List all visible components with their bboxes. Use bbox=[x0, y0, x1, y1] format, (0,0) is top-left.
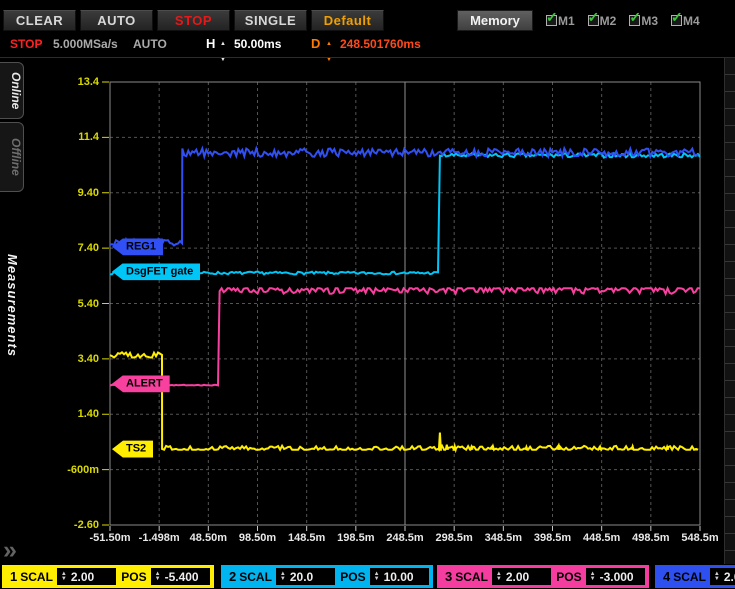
scale-label: SCAL bbox=[673, 570, 706, 584]
channel-3-controls: 3 SCAL ▲▼2.00 POS ▲▼-3.000 bbox=[437, 565, 649, 588]
channel-4-scale-field[interactable]: ▲▼2.0 bbox=[710, 568, 735, 585]
y-axis-label: 5.40 bbox=[78, 298, 99, 310]
y-axis-label: 9.40 bbox=[78, 187, 99, 199]
position-label: POS bbox=[556, 570, 581, 584]
channel-1-scale-field[interactable]: ▲▼2.00 bbox=[57, 568, 116, 585]
x-axis-label: 298.5m bbox=[436, 532, 473, 544]
scale-label: SCAL bbox=[20, 570, 53, 584]
oscilloscope-app: CLEAR AUTO STOP SINGLE Default Memory ✓ … bbox=[0, 0, 735, 589]
channel-4-controls: 4 SCAL ▲▼2.0 ▲▼ bbox=[655, 565, 735, 588]
spinner-arrows-icon[interactable]: ▲▼ bbox=[155, 572, 161, 582]
channel-number: 2 bbox=[229, 569, 236, 584]
y-axis-label: 3.40 bbox=[78, 353, 99, 365]
spinner-arrows-icon[interactable]: ▲▼ bbox=[61, 572, 67, 582]
x-axis-label: 448.5m bbox=[583, 532, 620, 544]
position-label: POS bbox=[340, 570, 365, 584]
y-axis-label: 11.4 bbox=[78, 131, 99, 143]
y-axis-label: 7.40 bbox=[78, 242, 99, 254]
channel-2-controls: 2 SCAL ▲▼20.0 POS ▲▼10.00 bbox=[221, 565, 433, 588]
spinner-arrows-icon[interactable]: ▲▼ bbox=[280, 572, 286, 582]
channel-3-position-field[interactable]: ▲▼-3.000 bbox=[586, 568, 645, 585]
scale-label: SCAL bbox=[239, 570, 272, 584]
x-axis-label: 548.5m bbox=[681, 532, 718, 544]
spinner-arrows-icon[interactable]: ▲▼ bbox=[590, 572, 596, 582]
x-axis-label: 148.5m bbox=[288, 532, 325, 544]
position-label: POS bbox=[121, 570, 146, 584]
spinner-arrows-icon[interactable]: ▲▼ bbox=[714, 572, 720, 582]
x-axis-label: 48.50m bbox=[190, 532, 227, 544]
channel-tag-alert[interactable]: ALERT bbox=[112, 375, 170, 392]
x-axis-label: 248.5m bbox=[386, 532, 423, 544]
x-axis-label: 498.5m bbox=[632, 532, 669, 544]
y-axis-label: -600m bbox=[67, 464, 99, 476]
scale-label: SCAL bbox=[455, 570, 488, 584]
y-axis-label: -2.60 bbox=[74, 519, 99, 531]
x-axis-label: 348.5m bbox=[485, 532, 522, 544]
channel-bar: 1 SCAL ▲▼2.00 POS ▲▼-5.400 2 SCAL ▲▼20.0… bbox=[0, 565, 735, 589]
channel-number: 4 bbox=[663, 569, 670, 584]
channel-2-scale-field[interactable]: ▲▼20.0 bbox=[276, 568, 335, 585]
spinner-arrows-icon[interactable]: ▲▼ bbox=[374, 572, 380, 582]
y-axis-label: 1.40 bbox=[78, 408, 99, 420]
channel-number: 1 bbox=[10, 569, 17, 584]
y-axis-label: 13.4 bbox=[78, 76, 99, 88]
channel-3-scale-field[interactable]: ▲▼2.00 bbox=[492, 568, 551, 585]
channel-1-position-field[interactable]: ▲▼-5.400 bbox=[151, 568, 210, 585]
channel-2-position-field[interactable]: ▲▼10.00 bbox=[370, 568, 429, 585]
x-axis-label: 398.5m bbox=[534, 532, 571, 544]
x-axis-label: -51.50m bbox=[90, 532, 131, 544]
x-axis-label: -1.498m bbox=[139, 532, 180, 544]
channel-number: 3 bbox=[445, 569, 452, 584]
x-axis-label: 198.5m bbox=[337, 532, 374, 544]
waveform-display[interactable] bbox=[0, 0, 735, 589]
x-axis-label: 98.50m bbox=[239, 532, 276, 544]
channel-tag-dsgfet-gate[interactable]: DsgFET gate bbox=[112, 263, 200, 280]
spinner-arrows-icon[interactable]: ▲▼ bbox=[496, 572, 502, 582]
channel-1-controls: 1 SCAL ▲▼2.00 POS ▲▼-5.400 bbox=[2, 565, 214, 588]
